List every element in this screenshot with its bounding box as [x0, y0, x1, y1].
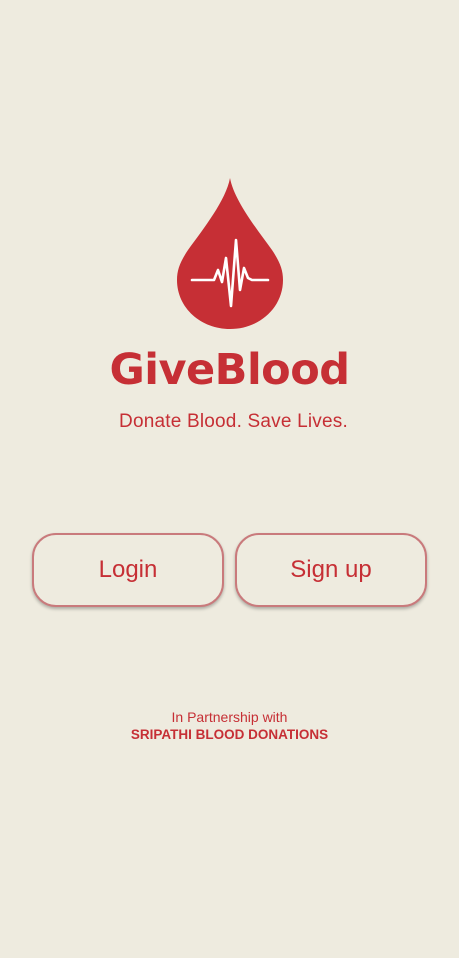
partnership-intro: In Partnership with: [171, 709, 288, 725]
partner-name: SRIPATHI BLOOD DONATIONS: [130, 727, 329, 742]
app-title: GiveBlood: [109, 345, 350, 395]
partnership-credit: In Partnership with SRIPATHI BLOOD DONAT…: [0, 708, 459, 744]
login-button[interactable]: Login: [32, 533, 224, 607]
sign-up-button[interactable]: Sign up: [235, 533, 427, 607]
blood-drop-heartbeat-icon: [176, 178, 284, 330]
tagline: Donate Blood. Save Lives.: [119, 411, 348, 432]
